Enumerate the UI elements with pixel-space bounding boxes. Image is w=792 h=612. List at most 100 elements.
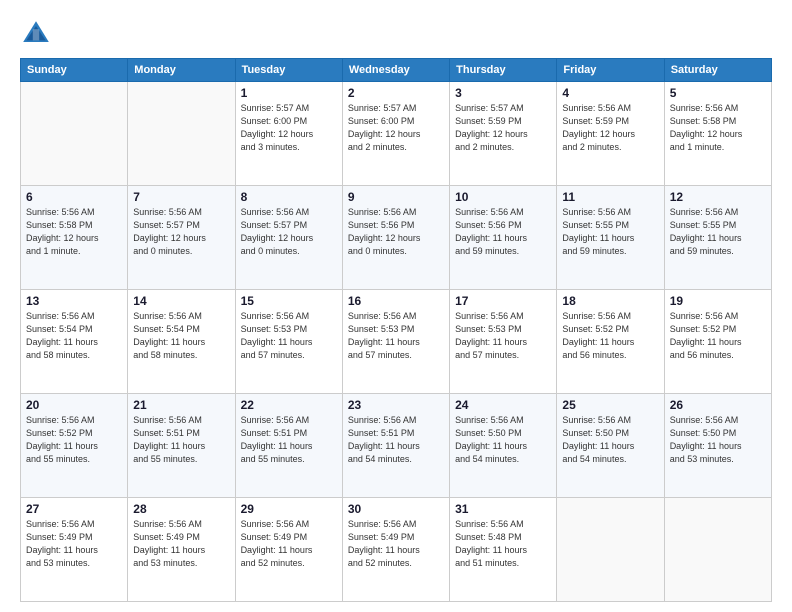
calendar-week-row: 13 Sunrise: 5:56 AM Sunset: 5:54 PM Dayli… [21, 290, 772, 394]
day-number: 4 [562, 86, 658, 100]
calendar-cell [664, 498, 771, 602]
weekday-header: Thursday [450, 59, 557, 82]
day-info: Sunrise: 5:56 AM Sunset: 5:57 PM Dayligh… [133, 206, 229, 258]
calendar-cell: 5 Sunrise: 5:56 AM Sunset: 5:58 PM Daylig… [664, 82, 771, 186]
calendar-cell: 24 Sunrise: 5:56 AM Sunset: 5:50 PM Dayli… [450, 394, 557, 498]
calendar-cell: 18 Sunrise: 5:56 AM Sunset: 5:52 PM Dayli… [557, 290, 664, 394]
calendar-cell: 17 Sunrise: 5:56 AM Sunset: 5:53 PM Dayli… [450, 290, 557, 394]
calendar-week-row: 1 Sunrise: 5:57 AM Sunset: 6:00 PM Daylig… [21, 82, 772, 186]
day-number: 12 [670, 190, 766, 204]
day-info: Sunrise: 5:56 AM Sunset: 5:49 PM Dayligh… [133, 518, 229, 570]
weekday-header: Friday [557, 59, 664, 82]
calendar-cell: 26 Sunrise: 5:56 AM Sunset: 5:50 PM Dayli… [664, 394, 771, 498]
weekday-row: SundayMondayTuesdayWednesdayThursdayFrid… [21, 59, 772, 82]
day-number: 16 [348, 294, 444, 308]
weekday-header: Monday [128, 59, 235, 82]
day-info: Sunrise: 5:56 AM Sunset: 5:52 PM Dayligh… [562, 310, 658, 362]
day-info: Sunrise: 5:56 AM Sunset: 5:55 PM Dayligh… [562, 206, 658, 258]
day-number: 31 [455, 502, 551, 516]
day-info: Sunrise: 5:56 AM Sunset: 5:56 PM Dayligh… [455, 206, 551, 258]
day-info: Sunrise: 5:56 AM Sunset: 5:58 PM Dayligh… [670, 102, 766, 154]
calendar-cell [128, 82, 235, 186]
calendar-cell: 21Sunrise: 5:56 AM Sunset: 5:51 PM Dayli… [128, 394, 235, 498]
weekday-header: Wednesday [342, 59, 449, 82]
day-number: 11 [562, 190, 658, 204]
day-info: Sunrise: 5:57 AM Sunset: 6:00 PM Dayligh… [241, 102, 337, 154]
calendar-cell: 31 Sunrise: 5:56 AM Sunset: 5:48 PM Dayli… [450, 498, 557, 602]
calendar-cell: 6 Sunrise: 5:56 AM Sunset: 5:58 PM Daylig… [21, 186, 128, 290]
calendar-cell: 15Sunrise: 5:56 AM Sunset: 5:53 PM Dayli… [235, 290, 342, 394]
day-number: 22 [241, 398, 337, 412]
day-number: 20 [26, 398, 122, 412]
day-info: Sunrise: 5:56 AM Sunset: 5:53 PM Dayligh… [348, 310, 444, 362]
calendar-cell: 7 Sunrise: 5:56 AM Sunset: 5:57 PM Daylig… [128, 186, 235, 290]
day-number: 27 [26, 502, 122, 516]
logo [20, 18, 56, 50]
day-info: Sunrise: 5:56 AM Sunset: 5:54 PM Dayligh… [26, 310, 122, 362]
weekday-header: Saturday [664, 59, 771, 82]
day-info: Sunrise: 5:56 AM Sunset: 5:50 PM Dayligh… [455, 414, 551, 466]
calendar-cell: 25 Sunrise: 5:56 AM Sunset: 5:50 PM Dayli… [557, 394, 664, 498]
header [20, 18, 772, 50]
day-info: Sunrise: 5:56 AM Sunset: 5:58 PM Dayligh… [26, 206, 122, 258]
calendar-cell: 20 Sunrise: 5:56 AM Sunset: 5:52 PM Dayli… [21, 394, 128, 498]
calendar-table: SundayMondayTuesdayWednesdayThursdayFrid… [20, 58, 772, 602]
day-info: Sunrise: 5:57 AM Sunset: 6:00 PM Dayligh… [348, 102, 444, 154]
day-info: Sunrise: 5:56 AM Sunset: 5:49 PM Dayligh… [348, 518, 444, 570]
day-info: Sunrise: 5:56 AM Sunset: 5:52 PM Dayligh… [26, 414, 122, 466]
day-number: 15 [241, 294, 337, 308]
day-number: 26 [670, 398, 766, 412]
day-number: 28 [133, 502, 229, 516]
day-number: 6 [26, 190, 122, 204]
day-info: Sunrise: 5:56 AM Sunset: 5:50 PM Dayligh… [562, 414, 658, 466]
calendar-week-row: 6 Sunrise: 5:56 AM Sunset: 5:58 PM Daylig… [21, 186, 772, 290]
day-number: 10 [455, 190, 551, 204]
day-number: 9 [348, 190, 444, 204]
day-info: Sunrise: 5:56 AM Sunset: 5:59 PM Dayligh… [562, 102, 658, 154]
page: SundayMondayTuesdayWednesdayThursdayFrid… [0, 0, 792, 612]
day-info: Sunrise: 5:56 AM Sunset: 5:49 PM Dayligh… [26, 518, 122, 570]
calendar-cell: 10 Sunrise: 5:56 AM Sunset: 5:56 PM Dayli… [450, 186, 557, 290]
day-number: 3 [455, 86, 551, 100]
calendar-cell: 29Sunrise: 5:56 AM Sunset: 5:49 PM Dayli… [235, 498, 342, 602]
calendar-cell: 13 Sunrise: 5:56 AM Sunset: 5:54 PM Dayli… [21, 290, 128, 394]
calendar-cell: 2Sunrise: 5:57 AM Sunset: 6:00 PM Daylig… [342, 82, 449, 186]
calendar-cell [21, 82, 128, 186]
day-info: Sunrise: 5:56 AM Sunset: 5:51 PM Dayligh… [133, 414, 229, 466]
calendar-cell: 23 Sunrise: 5:56 AM Sunset: 5:51 PM Dayli… [342, 394, 449, 498]
day-number: 30 [348, 502, 444, 516]
calendar-cell: 16 Sunrise: 5:56 AM Sunset: 5:53 PM Dayli… [342, 290, 449, 394]
day-number: 13 [26, 294, 122, 308]
day-number: 14 [133, 294, 229, 308]
calendar-cell: 9 Sunrise: 5:56 AM Sunset: 5:56 PM Daylig… [342, 186, 449, 290]
day-info: Sunrise: 5:56 AM Sunset: 5:50 PM Dayligh… [670, 414, 766, 466]
calendar-cell: 3Sunrise: 5:57 AM Sunset: 5:59 PM Daylig… [450, 82, 557, 186]
calendar-cell: 1 Sunrise: 5:57 AM Sunset: 6:00 PM Daylig… [235, 82, 342, 186]
calendar-cell: 30 Sunrise: 5:56 AM Sunset: 5:49 PM Dayli… [342, 498, 449, 602]
day-number: 7 [133, 190, 229, 204]
day-info: Sunrise: 5:56 AM Sunset: 5:54 PM Dayligh… [133, 310, 229, 362]
day-number: 18 [562, 294, 658, 308]
calendar-cell: 27 Sunrise: 5:56 AM Sunset: 5:49 PM Dayli… [21, 498, 128, 602]
day-info: Sunrise: 5:56 AM Sunset: 5:52 PM Dayligh… [670, 310, 766, 362]
weekday-header: Tuesday [235, 59, 342, 82]
calendar-cell: 12Sunrise: 5:56 AM Sunset: 5:55 PM Dayli… [664, 186, 771, 290]
day-number: 17 [455, 294, 551, 308]
logo-icon [20, 18, 52, 50]
day-number: 24 [455, 398, 551, 412]
calendar-week-row: 20 Sunrise: 5:56 AM Sunset: 5:52 PM Dayli… [21, 394, 772, 498]
day-info: Sunrise: 5:56 AM Sunset: 5:53 PM Dayligh… [455, 310, 551, 362]
day-info: Sunrise: 5:56 AM Sunset: 5:57 PM Dayligh… [241, 206, 337, 258]
day-number: 5 [670, 86, 766, 100]
day-info: Sunrise: 5:56 AM Sunset: 5:51 PM Dayligh… [241, 414, 337, 466]
day-number: 19 [670, 294, 766, 308]
day-number: 25 [562, 398, 658, 412]
day-info: Sunrise: 5:56 AM Sunset: 5:48 PM Dayligh… [455, 518, 551, 570]
calendar-cell: 28 Sunrise: 5:56 AM Sunset: 5:49 PM Dayli… [128, 498, 235, 602]
day-number: 23 [348, 398, 444, 412]
day-info: Sunrise: 5:56 AM Sunset: 5:56 PM Dayligh… [348, 206, 444, 258]
calendar-cell: 4 Sunrise: 5:56 AM Sunset: 5:59 PM Daylig… [557, 82, 664, 186]
day-number: 1 [241, 86, 337, 100]
weekday-header: Sunday [21, 59, 128, 82]
day-info: Sunrise: 5:56 AM Sunset: 5:51 PM Dayligh… [348, 414, 444, 466]
